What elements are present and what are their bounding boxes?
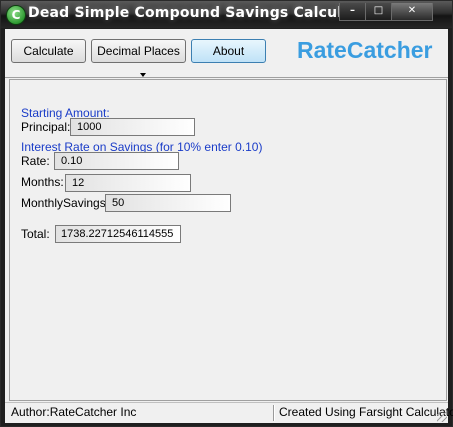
status-divider <box>273 405 275 421</box>
rate-field[interactable]: 0.10 <box>54 152 179 170</box>
maximize-button[interactable]: □ <box>365 3 392 21</box>
principal-label: Principal: <box>21 120 71 134</box>
chevron-down-icon <box>139 72 146 77</box>
client-area: Calculate Decimal Places About RateCatch… <box>5 29 453 423</box>
monthly-savings-field[interactable]: 50 <box>105 194 231 212</box>
toolbar: Calculate Decimal Places About RateCatch… <box>5 29 448 78</box>
monthly-savings-label: MonthlySavings: <box>21 196 110 210</box>
calculator-panel: Starting Amount: Principal: 1000 Interes… <box>9 79 447 401</box>
decimal-places-label: Decimal Places <box>97 44 180 58</box>
total-label: Total: <box>21 227 50 241</box>
about-button[interactable]: About <box>191 39 266 63</box>
status-created-with: Created Using Farsight Calculator <box>279 405 453 419</box>
rate-label: Rate: <box>21 154 50 168</box>
resize-grip[interactable] <box>437 412 447 422</box>
months-field[interactable]: 12 <box>65 174 191 192</box>
calculate-button[interactable]: Calculate <box>11 39 86 63</box>
ratecatcher-logo: RateCatcher <box>297 37 433 63</box>
minimize-button[interactable]: – <box>339 3 366 21</box>
close-button[interactable]: ✕ <box>391 3 433 21</box>
title-bar[interactable]: C Dead Simple Compound Savings Calculato… <box>1 1 452 28</box>
total-field[interactable]: 1738.22712546114555 <box>55 225 181 243</box>
app-icon[interactable]: C <box>6 5 26 25</box>
calculate-button-label: Calculate <box>23 44 74 58</box>
months-label: Months: <box>21 175 64 189</box>
status-bar: Author:RateCatcher Inc Created Using Far… <box>5 402 453 423</box>
status-author: Author:RateCatcher Inc <box>11 405 137 419</box>
app-window: C Dead Simple Compound Savings Calculato… <box>0 0 453 427</box>
principal-field[interactable]: 1000 <box>70 118 195 136</box>
window-title: Dead Simple Compound Savings Calculator <box>28 5 376 21</box>
decimal-places-dropdown[interactable]: Decimal Places <box>91 39 186 77</box>
about-button-label: About <box>212 44 245 58</box>
